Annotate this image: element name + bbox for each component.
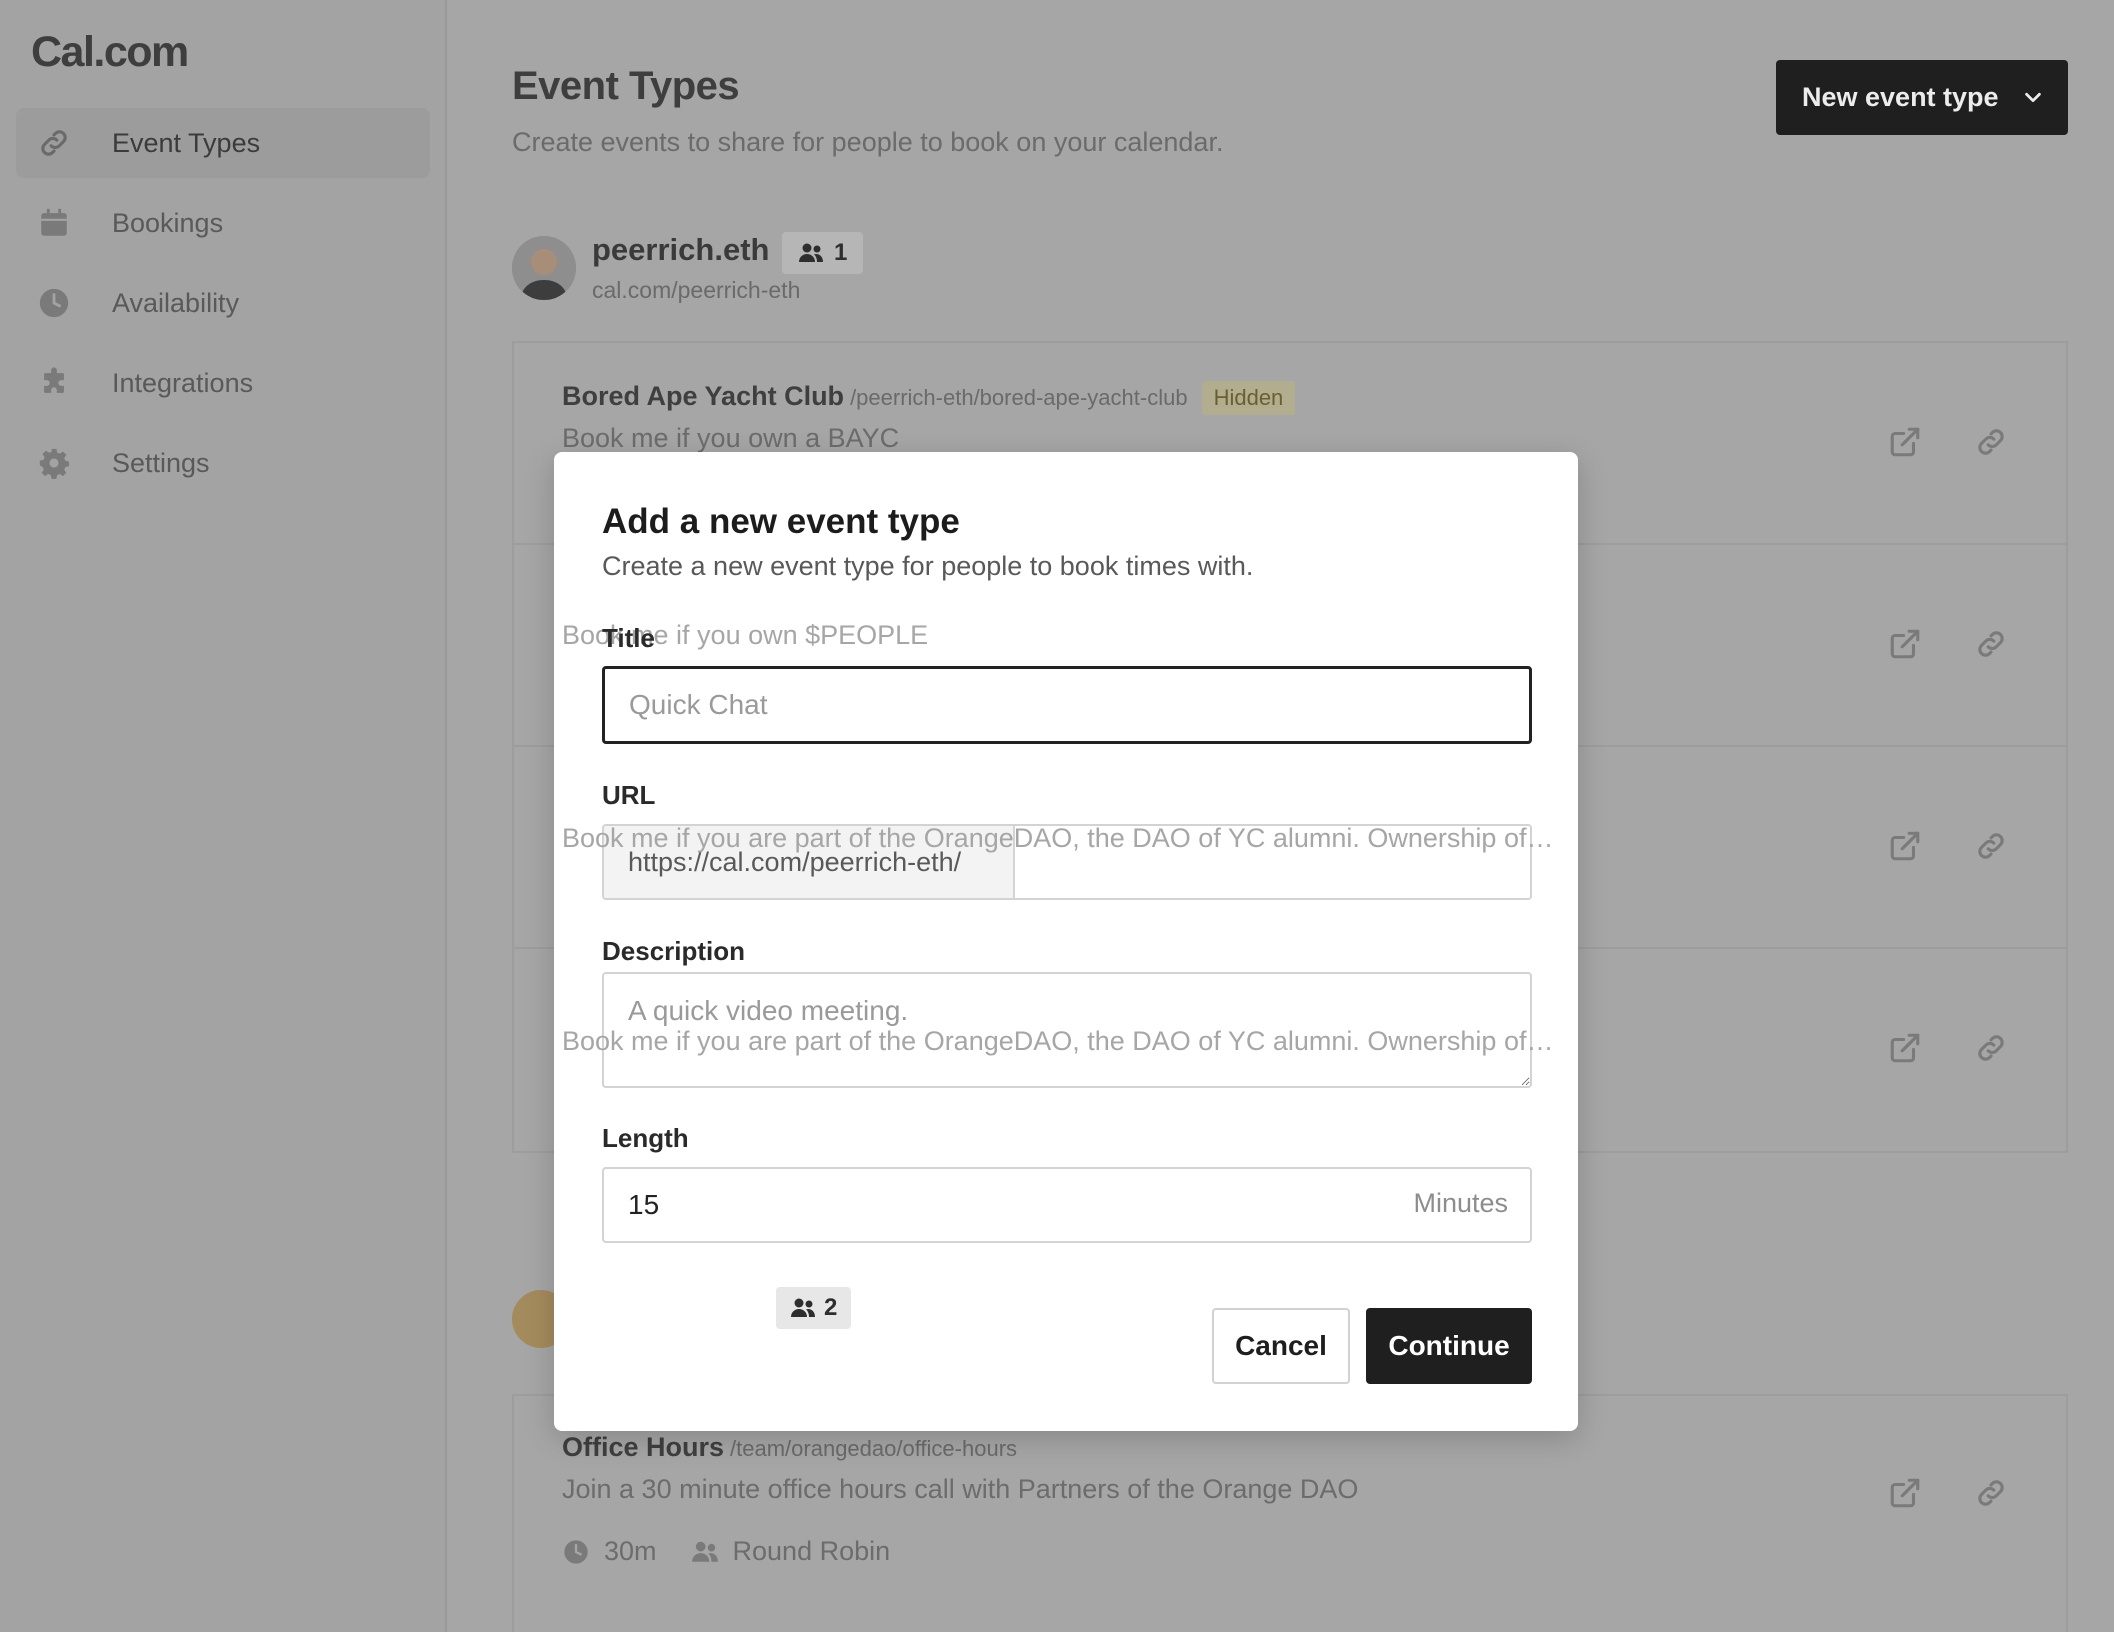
clock-icon [564, 1539, 588, 1564]
sidebar-item-label: Event Types [112, 127, 261, 158]
length-label: Length [602, 1123, 689, 1153]
sidebar-item-bookings[interactable]: Bookings [16, 188, 430, 258]
cancel-button[interactable]: Cancel [1212, 1308, 1350, 1384]
copy-link-icon[interactable] [1974, 1476, 2008, 1510]
sidebar-item-availability[interactable]: Availability [16, 268, 430, 338]
team-member-count: 2 [824, 1294, 838, 1321]
event-title-text: Office Hours [562, 1432, 725, 1462]
event-scheduling-type: Round Robin [732, 1536, 891, 1566]
modal-subtitle: Create a new event type for people to bo… [602, 551, 1254, 581]
users-icon [691, 1541, 718, 1562]
copy-link-icon[interactable] [1974, 1031, 2008, 1065]
sidebar-item-settings[interactable]: Settings [16, 428, 430, 498]
length-input[interactable] [602, 1167, 1532, 1243]
url-label: URL [602, 780, 656, 810]
users-icon [791, 1298, 815, 1317]
copy-link-icon[interactable] [1974, 425, 2008, 459]
event-row[interactable]: Office Hours/team/orangedao/office-hours… [514, 1396, 2066, 1632]
profile-name: peerrich.eth [592, 232, 770, 267]
event-title: Bored Ape Yacht Club/peerrich-eth/bored-… [562, 381, 1296, 415]
event-title: Office Hours/team/orangedao/office-hours [562, 1432, 1017, 1463]
profile-url: cal.com/peerrich-eth [592, 277, 801, 303]
team-member-count-badge: 2 [776, 1287, 852, 1329]
url-slug-input[interactable] [1015, 826, 1530, 898]
sidebar-nav: Event Types Bookings Availability Integr… [16, 108, 430, 508]
copy-link-icon[interactable] [1974, 627, 2008, 661]
sidebar-item-integrations[interactable]: Integrations [16, 348, 430, 418]
event-description: Book me if you own a BAYC [562, 423, 900, 453]
event-slug: /peerrich-eth/bored-ape-yacht-club [850, 385, 1188, 410]
clock-icon [36, 285, 72, 321]
event-meta: 30m Round Robin [562, 1536, 890, 1567]
modal-title: Add a new event type [602, 502, 960, 541]
description-textarea[interactable] [602, 972, 1532, 1088]
url-prefix: https://cal.com/peerrich-eth/ [604, 826, 1015, 898]
gear-icon [36, 445, 72, 481]
url-field: https://cal.com/peerrich-eth/ [602, 824, 1532, 900]
sidebar-item-event-types[interactable]: Event Types [16, 108, 430, 178]
hidden-badge: Hidden [1201, 381, 1296, 415]
page-title: Event Types [512, 64, 740, 108]
event-slug: /team/orangedao/office-hours [730, 1436, 1018, 1461]
external-link-icon[interactable] [1888, 1031, 1922, 1065]
brand-logo: Cal.com [31, 28, 189, 76]
description-label: Description [602, 936, 746, 966]
continue-button[interactable]: Continue [1366, 1308, 1532, 1384]
users-icon [799, 243, 823, 262]
external-link-icon[interactable] [1888, 829, 1922, 863]
chevron-down-icon [2025, 92, 2041, 103]
new-event-type-button[interactable]: New event type [1776, 60, 2068, 135]
event-title-text: Bored Ape Yacht Club [562, 381, 845, 411]
sidebar: Cal.com Event Types Bookings Availabilit… [0, 0, 447, 1632]
add-event-type-modal: Add a new event type Create a new event … [554, 452, 1578, 1431]
member-count: 1 [834, 239, 848, 266]
member-count-badge: 1 [782, 232, 864, 274]
title-label: Title [602, 623, 655, 653]
calendar-icon [36, 205, 72, 241]
external-link-icon[interactable] [1888, 1476, 1922, 1510]
avatar [512, 236, 576, 300]
sidebar-item-label: Settings [112, 447, 210, 478]
sidebar-item-label: Integrations [112, 367, 254, 398]
link-icon [36, 125, 72, 161]
external-link-icon[interactable] [1888, 425, 1922, 459]
event-duration: 30m [604, 1536, 657, 1566]
length-unit: Minutes [1413, 1188, 1508, 1218]
sidebar-item-label: Availability [112, 287, 240, 318]
external-link-icon[interactable] [1888, 627, 1922, 661]
page-subtitle: Create events to share for people to boo… [512, 127, 1224, 157]
title-input[interactable] [602, 666, 1532, 744]
sidebar-item-label: Bookings [112, 207, 224, 238]
puzzle-icon [36, 365, 72, 401]
new-event-type-label: New event type [1802, 82, 1999, 112]
event-description: Join a 30 minute office hours call with … [562, 1474, 1359, 1504]
copy-link-icon[interactable] [1974, 829, 2008, 863]
